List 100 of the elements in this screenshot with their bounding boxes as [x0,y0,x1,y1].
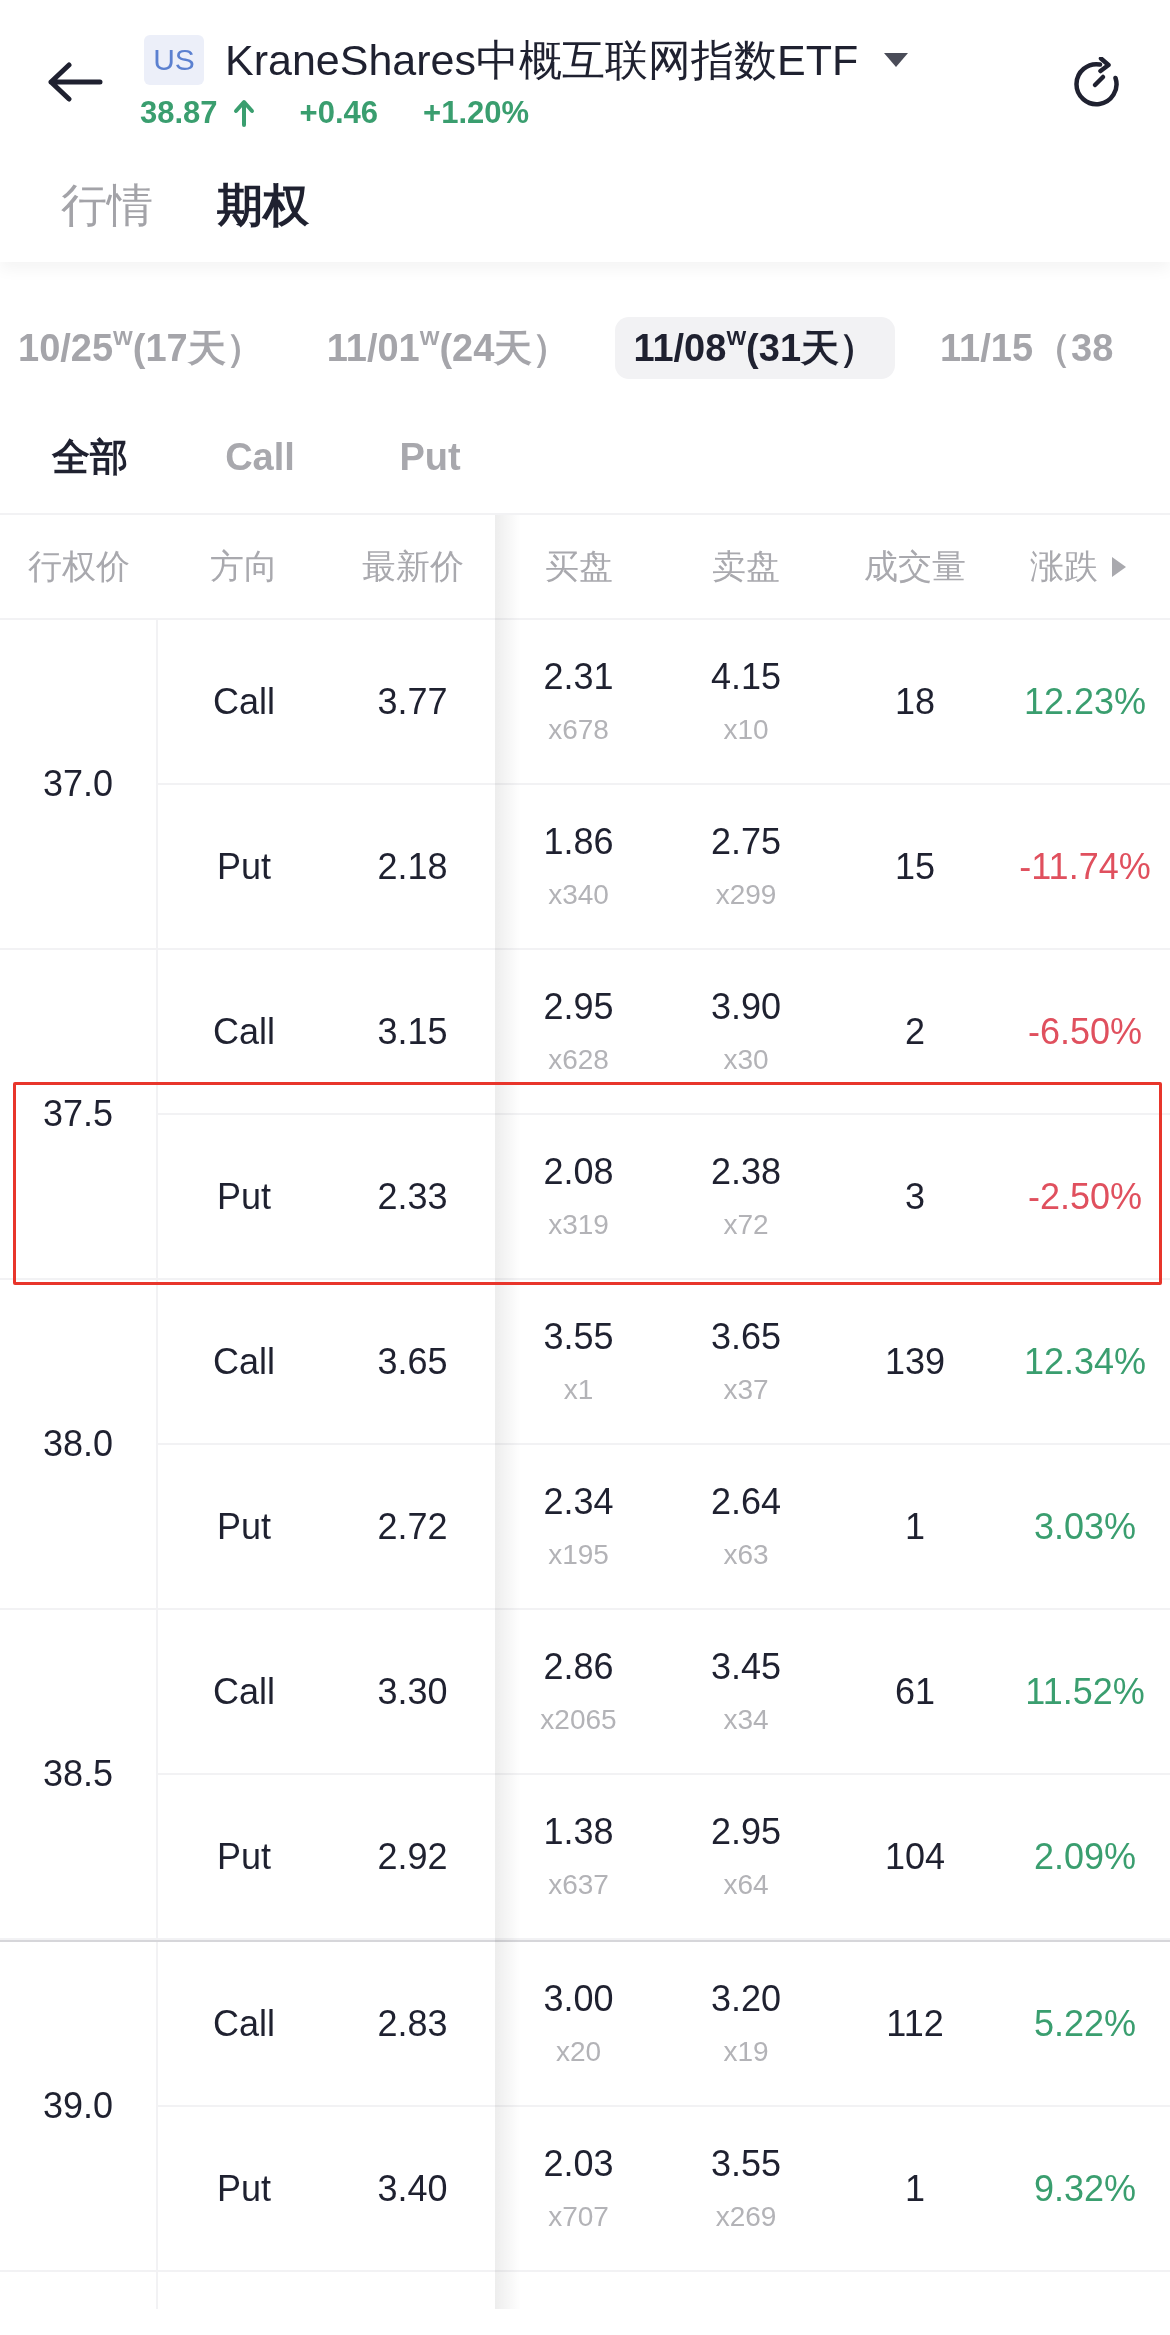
column-header: 成交量 [864,545,966,587]
refresh-button[interactable] [1071,57,1121,107]
back-arrow-icon [46,62,104,102]
column-header: 卖盘 [712,545,780,587]
change-percent: -2.50% [1027,1175,1143,1218]
refresh-icon [1071,57,1121,107]
ask-price: 3.65 [710,1315,782,1358]
last-price: 2.33 [377,1175,448,1218]
option-type: Put [216,845,271,888]
expiry-tab[interactable]: 11/08$^{W}$(31天） [615,317,895,379]
quote-change-percent: +1.20% [423,95,530,131]
option-row[interactable]: Put 2.33 2.08 x319 2.38 x72 3 -2.50% [158,1115,1170,1280]
option-row[interactable]: Call 3.30 2.86 x2065 3.45 x34 61 11.52% [158,1610,1170,1775]
option-type: Put [216,1175,271,1218]
bid-price: 2.86 [543,1645,614,1688]
strike-price: 37.5 [42,1093,114,1135]
quote-change: +0.46 [299,95,379,131]
option-type: Call [213,1670,275,1713]
change-percent: 5.22% [1033,2002,1137,2045]
ask-size: x37 [723,1372,769,1407]
ask-size: x10 [723,712,769,747]
change-percent: 9.32% [1033,2167,1137,2210]
option-type: Call [213,680,275,723]
change-percent: -6.50% [1027,1010,1143,1053]
bid-price: 2.08 [543,1150,614,1193]
bid-price: 2.34 [543,1480,614,1523]
back-button[interactable] [46,62,104,102]
ask-price: 3.55 [710,2142,782,2185]
bid-size: x195 [548,1537,609,1572]
last-price: 3.40 [377,2167,448,2210]
market-badge: US [144,35,204,85]
last-price: 3.30 [377,1670,448,1713]
option-row[interactable]: Call 3.65 3.55 x1 3.65 x37 139 12.34% [158,1280,1170,1445]
volume: 104 [884,1835,946,1878]
option-row[interactable]: Put 3.40 2.03 x707 3.55 x269 1 9.32% [158,2107,1170,2272]
bid-price: 1.38 [543,1810,614,1853]
dropdown-caret-icon[interactable] [884,53,909,67]
volume: 18 [894,680,935,723]
ask-price: 2.95 [710,1810,782,1853]
ask-size: x64 [723,1867,769,1902]
option-type: Put [216,1835,271,1878]
bid-price: 3.55 [543,1315,614,1358]
ask-price: 3.45 [710,1645,782,1688]
last-price: 3.77 [377,680,448,723]
ask-price: 4.15 [710,655,782,698]
bid-size: x1 [563,1372,594,1407]
volume: 1 [905,1505,925,1548]
change-percent: 12.23% [1023,680,1147,723]
column-header: 行权价 [28,545,130,587]
volume: 139 [884,1340,946,1383]
bid-price: 1.86 [543,820,614,863]
last-price: 2.92 [377,1835,448,1878]
bid-size: x628 [548,1042,609,1077]
bid-size: x20 [555,2034,602,2069]
volume: 2 [905,1010,925,1053]
change-percent: 2.09% [1033,1835,1137,1878]
bid-size: x319 [548,1207,609,1242]
volume: 112 [886,2002,944,2045]
ask-price: 2.75 [710,820,782,863]
ask-size: x19 [723,2034,769,2069]
ask-size: x63 [723,1537,769,1572]
option-type: Call [213,2002,275,2045]
change-percent: 3.03% [1033,1505,1137,1548]
column-header: 方向 [210,545,278,587]
option-row[interactable]: Put 2.18 1.86 x340 2.75 x299 15 -11.74% [158,785,1170,950]
change-percent: -11.74% [1019,845,1151,888]
change-percent: 11.52% [1025,1670,1145,1713]
option-type: Put [216,1505,271,1548]
bid-size: x637 [548,1867,609,1902]
strike-price: 38.0 [42,1423,114,1465]
stock-title[interactable]: KraneShares中概互联网指数ETF [225,34,859,86]
ask-size: x269 [715,2199,777,2234]
filter-tab[interactable]: 全部 [5,437,175,477]
option-row[interactable]: Call 3.77 2.31 x678 4.15 x10 18 12.23% [158,620,1170,785]
option-row[interactable]: Call 3.15 2.95 x628 3.90 x30 2 -6.50% [158,950,1170,1115]
last-price: 3.15 [377,1010,448,1053]
bid-size: x2065 [540,1702,617,1737]
option-row[interactable]: Call 2.83 3.00 x20 3.20 x19 112 5.22% [158,1942,1170,2107]
ask-price: 3.90 [710,985,782,1028]
ask-size: x34 [723,1702,769,1737]
column-header: 最新价 [361,545,464,587]
option-row[interactable]: Put 2.72 2.34 x195 2.64 x63 1 3.03% [158,1445,1170,1610]
volume: 3 [905,1175,925,1218]
quote-price: 38.87 [140,95,218,131]
bid-size: x707 [548,2199,609,2234]
last-price: 2.18 [377,845,448,888]
last-price: 3.65 [377,1340,448,1383]
ask-price: 3.20 [710,1977,782,2020]
option-type: Call [213,1340,275,1383]
strike-price: 38.5 [42,1753,114,1795]
bid-price: 2.03 [543,2142,614,2185]
volume: 15 [894,845,935,888]
volume: 1 [905,2167,925,2210]
bid-price: 3.00 [543,1977,614,2020]
bid-price: 2.31 [543,655,614,698]
ask-size: x30 [723,1042,769,1077]
option-type: Call [213,1010,275,1053]
column-header: 买盘 [544,545,613,587]
ask-size: x299 [715,877,777,912]
page-tab[interactable]: 期权 [217,182,309,228]
